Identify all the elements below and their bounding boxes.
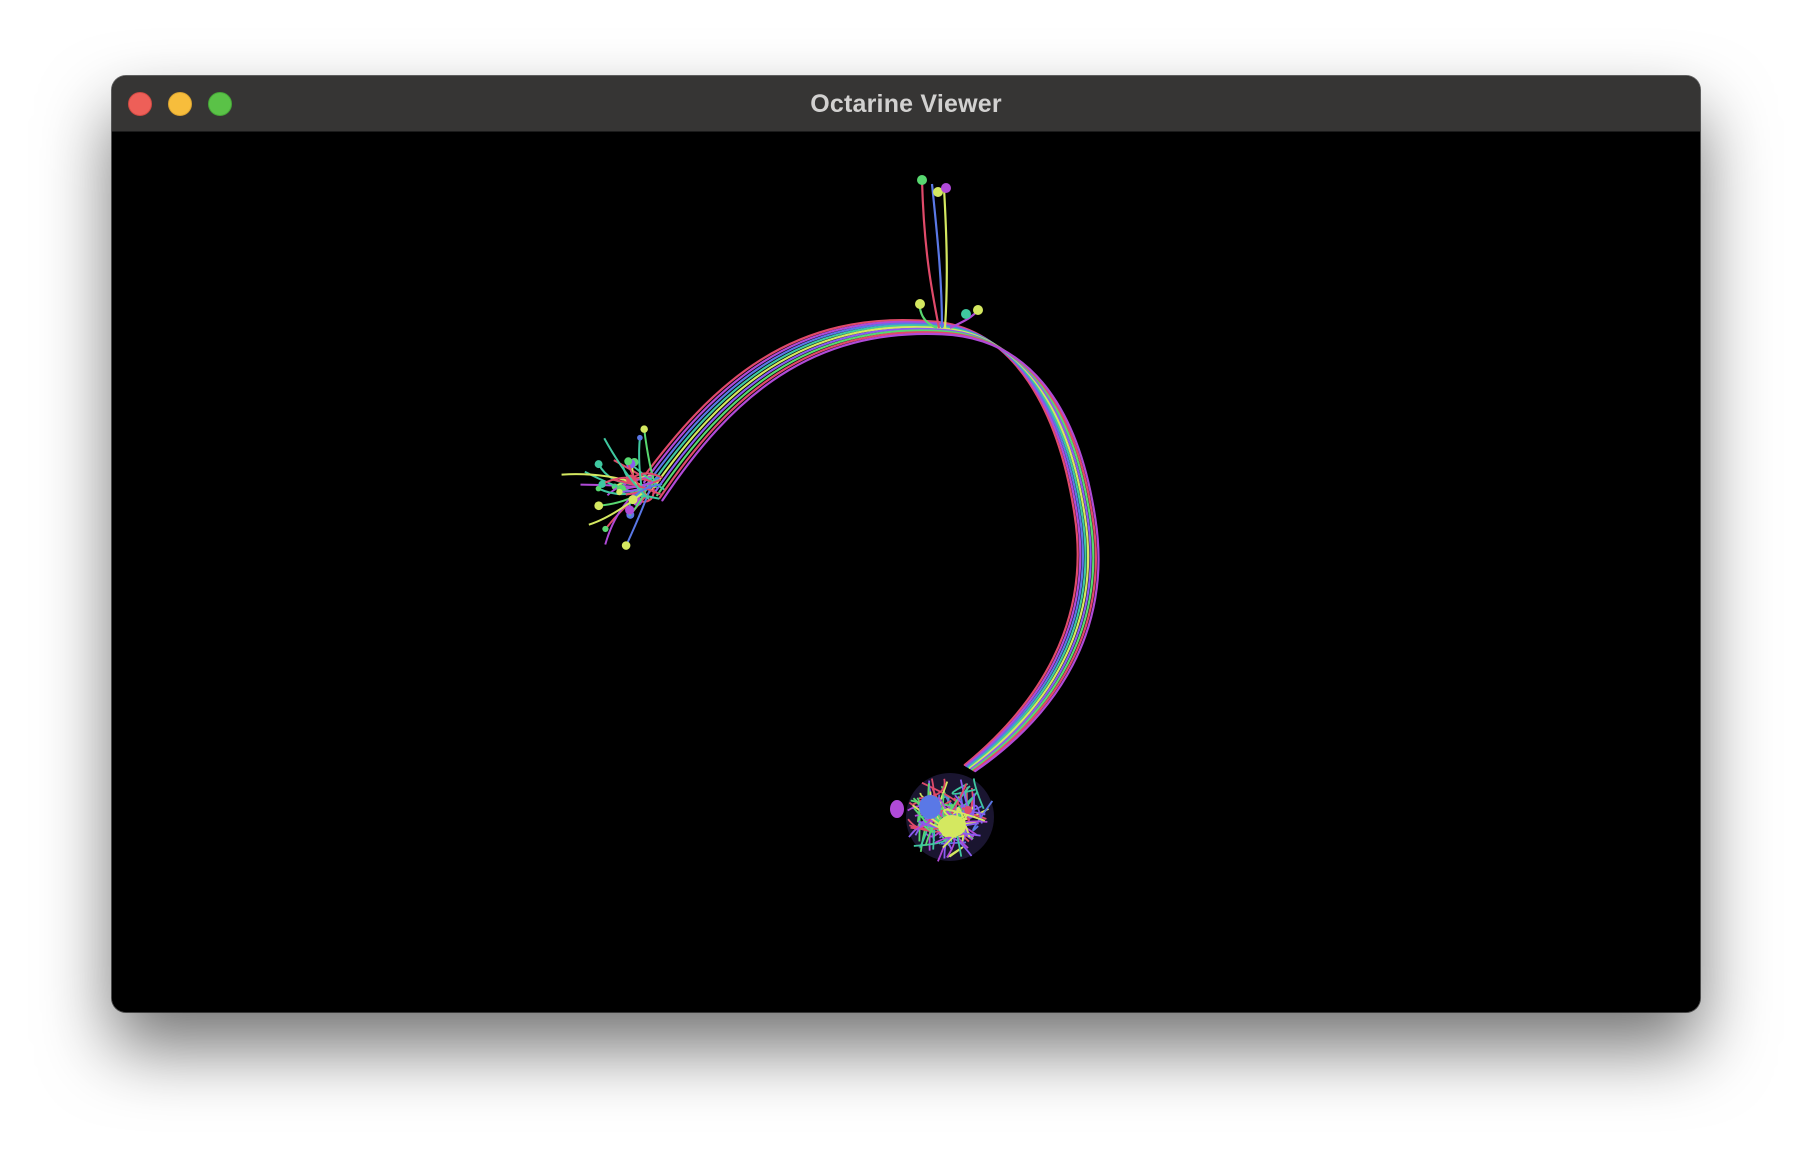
arbor-bouton xyxy=(637,434,643,441)
arbor-bouton xyxy=(625,505,635,515)
desktop: Octarine Viewer xyxy=(0,0,1812,1160)
arbor-bouton xyxy=(598,480,606,488)
arbor-bouton xyxy=(594,460,603,469)
arbor-bouton xyxy=(602,525,609,533)
arbor-bouton xyxy=(628,495,638,505)
neuron-scene[interactable] xyxy=(112,132,1700,1012)
cell-body xyxy=(919,795,941,819)
title-bar[interactable]: Octarine Viewer xyxy=(112,76,1700,132)
arbor-bouton xyxy=(624,457,633,466)
cell-body xyxy=(964,806,972,814)
arbor-bouton xyxy=(640,425,648,433)
arbor-bouton xyxy=(594,501,604,511)
cell-body xyxy=(890,800,904,818)
app-window: Octarine Viewer xyxy=(112,76,1700,1012)
terminal-bouton xyxy=(961,309,971,319)
cell-body xyxy=(938,815,966,837)
terminal-bouton xyxy=(973,305,983,315)
arbor-bouton xyxy=(616,488,623,496)
window-title: Octarine Viewer xyxy=(810,90,1002,118)
scene-background xyxy=(112,132,1700,1012)
terminal-bouton xyxy=(917,175,927,185)
terminal-bouton xyxy=(941,183,951,193)
arbor-bouton xyxy=(621,541,631,550)
terminal-bouton xyxy=(915,299,925,309)
3d-viewport[interactable] xyxy=(112,132,1700,1012)
